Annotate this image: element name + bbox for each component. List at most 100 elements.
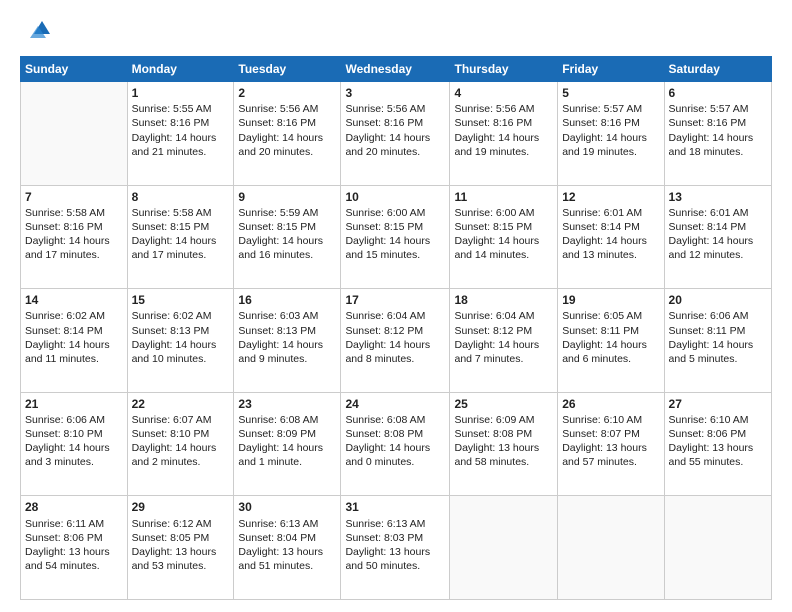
- day-info-line: and 20 minutes.: [238, 146, 313, 158]
- day-info-line: Sunrise: 6:07 AM: [132, 414, 212, 426]
- day-info-line: and 57 minutes.: [562, 456, 637, 468]
- day-info-line: and 53 minutes.: [132, 560, 207, 572]
- day-info-line: Sunrise: 6:00 AM: [454, 207, 534, 219]
- calendar-cell: [664, 496, 771, 600]
- day-info-line: Sunrise: 6:04 AM: [454, 310, 534, 322]
- day-info-line: Sunset: 8:15 PM: [454, 221, 532, 233]
- day-info-line: Sunrise: 6:10 AM: [562, 414, 642, 426]
- calendar-cell: 31Sunrise: 6:13 AMSunset: 8:03 PMDayligh…: [341, 496, 450, 600]
- calendar-cell: 7Sunrise: 5:58 AMSunset: 8:16 PMDaylight…: [21, 185, 128, 289]
- calendar-cell: 27Sunrise: 6:10 AMSunset: 8:06 PMDayligh…: [664, 392, 771, 496]
- day-info-line: and 11 minutes.: [25, 353, 99, 365]
- day-info-line: Daylight: 14 hours: [669, 339, 754, 351]
- day-number: 30: [238, 499, 336, 515]
- weekday-header: Wednesday: [341, 57, 450, 82]
- calendar-cell: 4Sunrise: 5:56 AMSunset: 8:16 PMDaylight…: [450, 82, 558, 186]
- calendar-cell: 9Sunrise: 5:59 AMSunset: 8:15 PMDaylight…: [234, 185, 341, 289]
- day-info-line: Sunrise: 5:56 AM: [345, 103, 425, 115]
- day-info-line: Sunrise: 5:57 AM: [669, 103, 749, 115]
- day-number: 6: [669, 85, 767, 101]
- day-info-line: Sunset: 8:06 PM: [669, 428, 747, 440]
- day-info-line: Sunrise: 6:06 AM: [669, 310, 749, 322]
- day-info-line: Daylight: 14 hours: [238, 132, 323, 144]
- day-info-line: Sunrise: 6:08 AM: [345, 414, 425, 426]
- day-number: 1: [132, 85, 230, 101]
- day-info-line: Sunrise: 6:04 AM: [345, 310, 425, 322]
- day-info-line: and 19 minutes.: [454, 146, 529, 158]
- day-info-line: Sunrise: 6:12 AM: [132, 518, 212, 530]
- day-number: 8: [132, 189, 230, 205]
- day-info-line: Sunset: 8:16 PM: [669, 117, 747, 129]
- day-info-line: Daylight: 13 hours: [25, 546, 110, 558]
- day-info-line: Sunrise: 6:00 AM: [345, 207, 425, 219]
- day-info-line: and 14 minutes.: [454, 249, 529, 261]
- day-info-line: Daylight: 14 hours: [238, 442, 323, 454]
- day-info-line: Sunrise: 6:05 AM: [562, 310, 642, 322]
- day-info-line: Sunset: 8:09 PM: [238, 428, 316, 440]
- weekday-header: Thursday: [450, 57, 558, 82]
- day-info-line: and 17 minutes.: [25, 249, 100, 261]
- day-info-line: Sunset: 8:03 PM: [345, 532, 423, 544]
- day-info-line: Sunrise: 5:57 AM: [562, 103, 642, 115]
- calendar-cell: 17Sunrise: 6:04 AMSunset: 8:12 PMDayligh…: [341, 289, 450, 393]
- day-info-line: and 9 minutes.: [238, 353, 307, 365]
- weekday-header: Sunday: [21, 57, 128, 82]
- day-info-line: and 51 minutes.: [238, 560, 313, 572]
- day-info-line: and 6 minutes.: [562, 353, 631, 365]
- day-info-line: and 13 minutes.: [562, 249, 637, 261]
- day-info-line: Sunset: 8:11 PM: [562, 325, 639, 337]
- day-info-line: and 12 minutes.: [669, 249, 744, 261]
- day-info-line: Sunset: 8:16 PM: [562, 117, 640, 129]
- calendar-week-row: 1Sunrise: 5:55 AMSunset: 8:16 PMDaylight…: [21, 82, 772, 186]
- day-info-line: Daylight: 14 hours: [562, 132, 647, 144]
- day-info-line: Daylight: 13 hours: [345, 546, 430, 558]
- day-number: 10: [345, 189, 445, 205]
- day-info-line: Sunrise: 6:08 AM: [238, 414, 318, 426]
- day-info-line: Sunrise: 6:10 AM: [669, 414, 749, 426]
- day-info-line: Sunset: 8:14 PM: [25, 325, 103, 337]
- day-info-line: Sunrise: 6:06 AM: [25, 414, 105, 426]
- calendar-cell: 12Sunrise: 6:01 AMSunset: 8:14 PMDayligh…: [558, 185, 664, 289]
- day-info-line: Sunset: 8:16 PM: [238, 117, 316, 129]
- calendar-cell: [21, 82, 128, 186]
- day-info-line: Sunset: 8:12 PM: [454, 325, 532, 337]
- weekday-header: Tuesday: [234, 57, 341, 82]
- calendar-cell: 30Sunrise: 6:13 AMSunset: 8:04 PMDayligh…: [234, 496, 341, 600]
- day-number: 22: [132, 396, 230, 412]
- day-info-line: Sunrise: 5:59 AM: [238, 207, 318, 219]
- logo-icon: [20, 16, 50, 46]
- day-info-line: Daylight: 14 hours: [345, 235, 430, 247]
- calendar-cell: 28Sunrise: 6:11 AMSunset: 8:06 PMDayligh…: [21, 496, 128, 600]
- calendar-cell: 5Sunrise: 5:57 AMSunset: 8:16 PMDaylight…: [558, 82, 664, 186]
- calendar-cell: 13Sunrise: 6:01 AMSunset: 8:14 PMDayligh…: [664, 185, 771, 289]
- calendar-cell: 14Sunrise: 6:02 AMSunset: 8:14 PMDayligh…: [21, 289, 128, 393]
- day-number: 31: [345, 499, 445, 515]
- day-info-line: Daylight: 14 hours: [454, 339, 539, 351]
- calendar-cell: 26Sunrise: 6:10 AMSunset: 8:07 PMDayligh…: [558, 392, 664, 496]
- calendar-table: SundayMondayTuesdayWednesdayThursdayFrid…: [20, 56, 772, 600]
- calendar-cell: 2Sunrise: 5:56 AMSunset: 8:16 PMDaylight…: [234, 82, 341, 186]
- calendar-cell: 24Sunrise: 6:08 AMSunset: 8:08 PMDayligh…: [341, 392, 450, 496]
- day-info-line: and 54 minutes.: [25, 560, 100, 572]
- day-info-line: Sunset: 8:14 PM: [562, 221, 640, 233]
- day-info-line: Sunset: 8:06 PM: [25, 532, 103, 544]
- calendar-cell: 15Sunrise: 6:02 AMSunset: 8:13 PMDayligh…: [127, 289, 234, 393]
- day-info-line: Sunrise: 5:56 AM: [454, 103, 534, 115]
- day-number: 19: [562, 292, 659, 308]
- day-info-line: Daylight: 14 hours: [25, 442, 110, 454]
- day-number: 4: [454, 85, 553, 101]
- calendar-cell: 23Sunrise: 6:08 AMSunset: 8:09 PMDayligh…: [234, 392, 341, 496]
- day-number: 27: [669, 396, 767, 412]
- day-number: 28: [25, 499, 123, 515]
- day-info-line: and 20 minutes.: [345, 146, 420, 158]
- day-info-line: Sunset: 8:04 PM: [238, 532, 316, 544]
- day-info-line: and 3 minutes.: [25, 456, 94, 468]
- day-info-line: and 55 minutes.: [669, 456, 744, 468]
- day-number: 25: [454, 396, 553, 412]
- day-number: 17: [345, 292, 445, 308]
- day-info-line: Sunset: 8:10 PM: [132, 428, 210, 440]
- calendar-cell: 6Sunrise: 5:57 AMSunset: 8:16 PMDaylight…: [664, 82, 771, 186]
- weekday-header: Monday: [127, 57, 234, 82]
- day-info-line: Daylight: 14 hours: [132, 235, 217, 247]
- page: SundayMondayTuesdayWednesdayThursdayFrid…: [0, 0, 792, 612]
